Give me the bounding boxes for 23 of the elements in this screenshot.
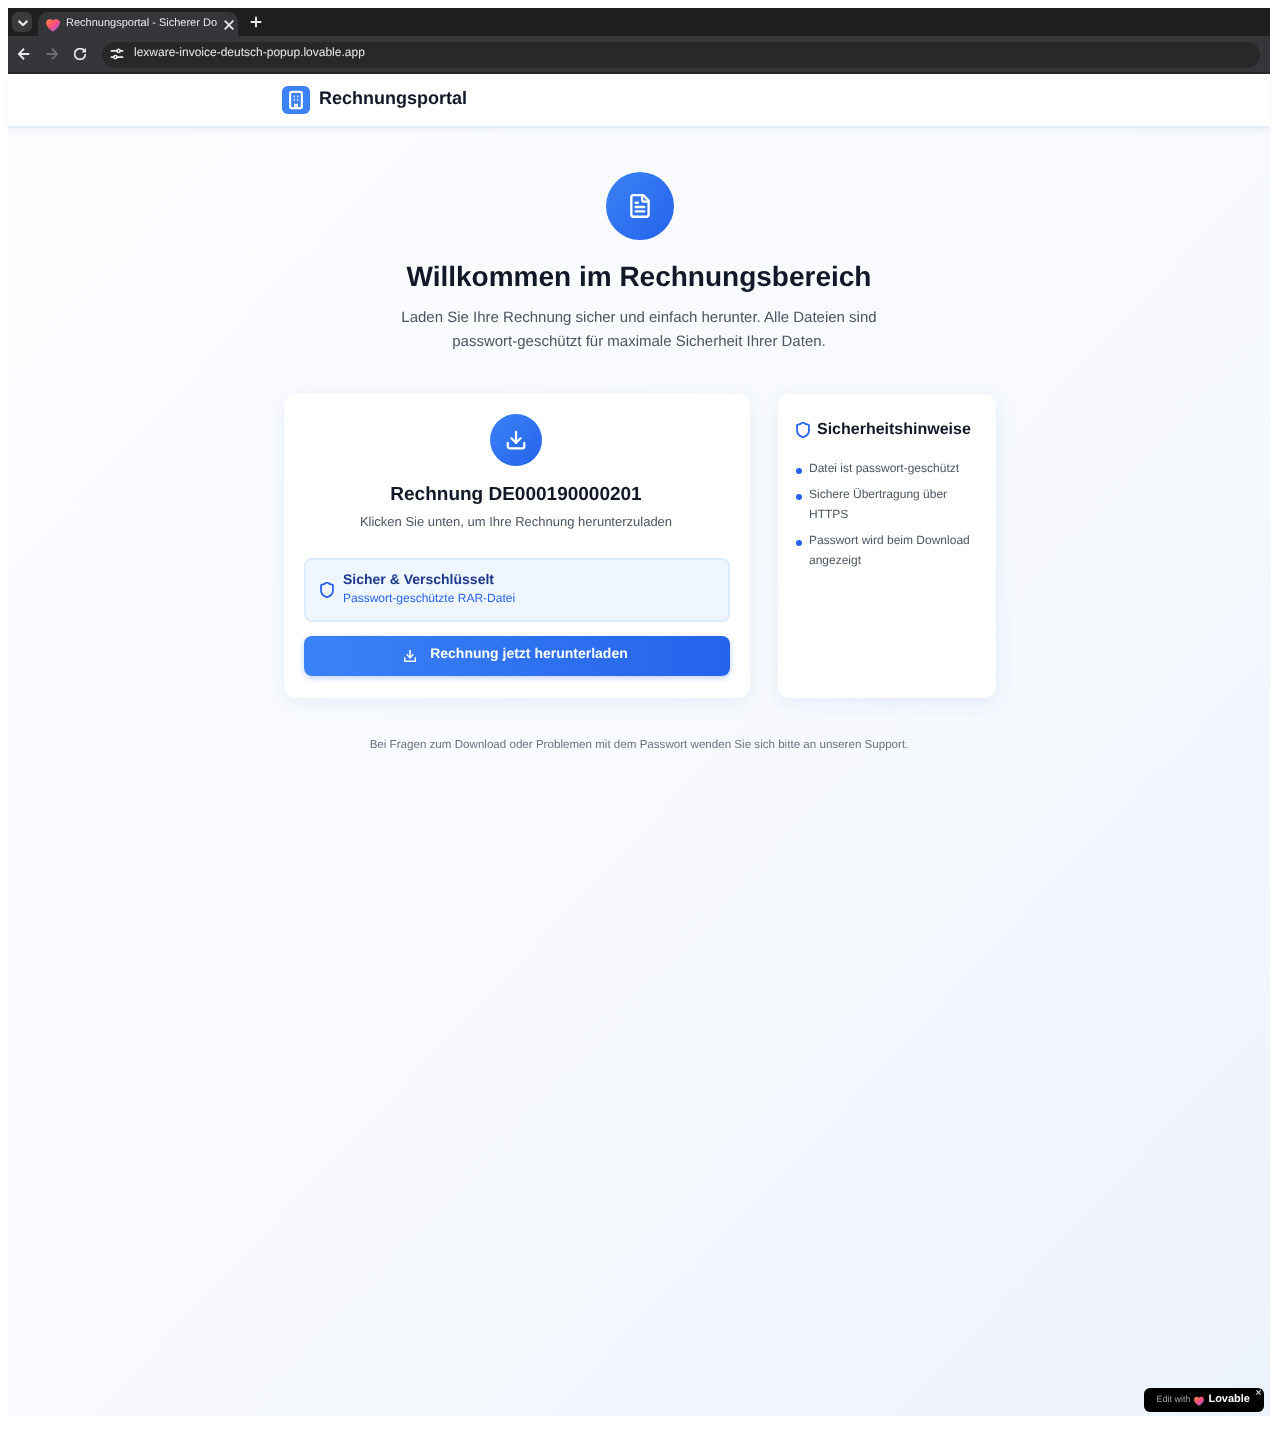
- bullet-icon: [795, 493, 801, 499]
- back-icon[interactable]: [18, 48, 30, 60]
- plus-icon[interactable]: [250, 16, 262, 28]
- invoice-title: Rechnung DE000190000201: [390, 484, 642, 508]
- page-title: Willkommen im Rechnungsbereich: [406, 258, 872, 294]
- document-icon: [605, 172, 673, 240]
- tune-icon[interactable]: [110, 48, 124, 60]
- heart-icon: [46, 17, 60, 31]
- reload-icon[interactable]: [74, 48, 86, 60]
- close-icon[interactable]: [223, 19, 234, 29]
- download-icon: [490, 414, 542, 466]
- tips-title: Sicherheitshinweise: [817, 418, 971, 442]
- brand-name: Rechnungsportal: [319, 86, 468, 113]
- shield-icon: [319, 582, 333, 598]
- tab-list-button[interactable]: [12, 12, 32, 32]
- bullet-icon: [795, 467, 801, 473]
- heart-icon: [1194, 1395, 1205, 1405]
- building-icon: [281, 86, 309, 114]
- download-icon: [404, 650, 417, 662]
- bullet-icon: [795, 539, 801, 545]
- chevron-down-icon: [17, 19, 27, 25]
- close-icon[interactable]: [1256, 1390, 1261, 1395]
- shield-icon: [795, 422, 809, 438]
